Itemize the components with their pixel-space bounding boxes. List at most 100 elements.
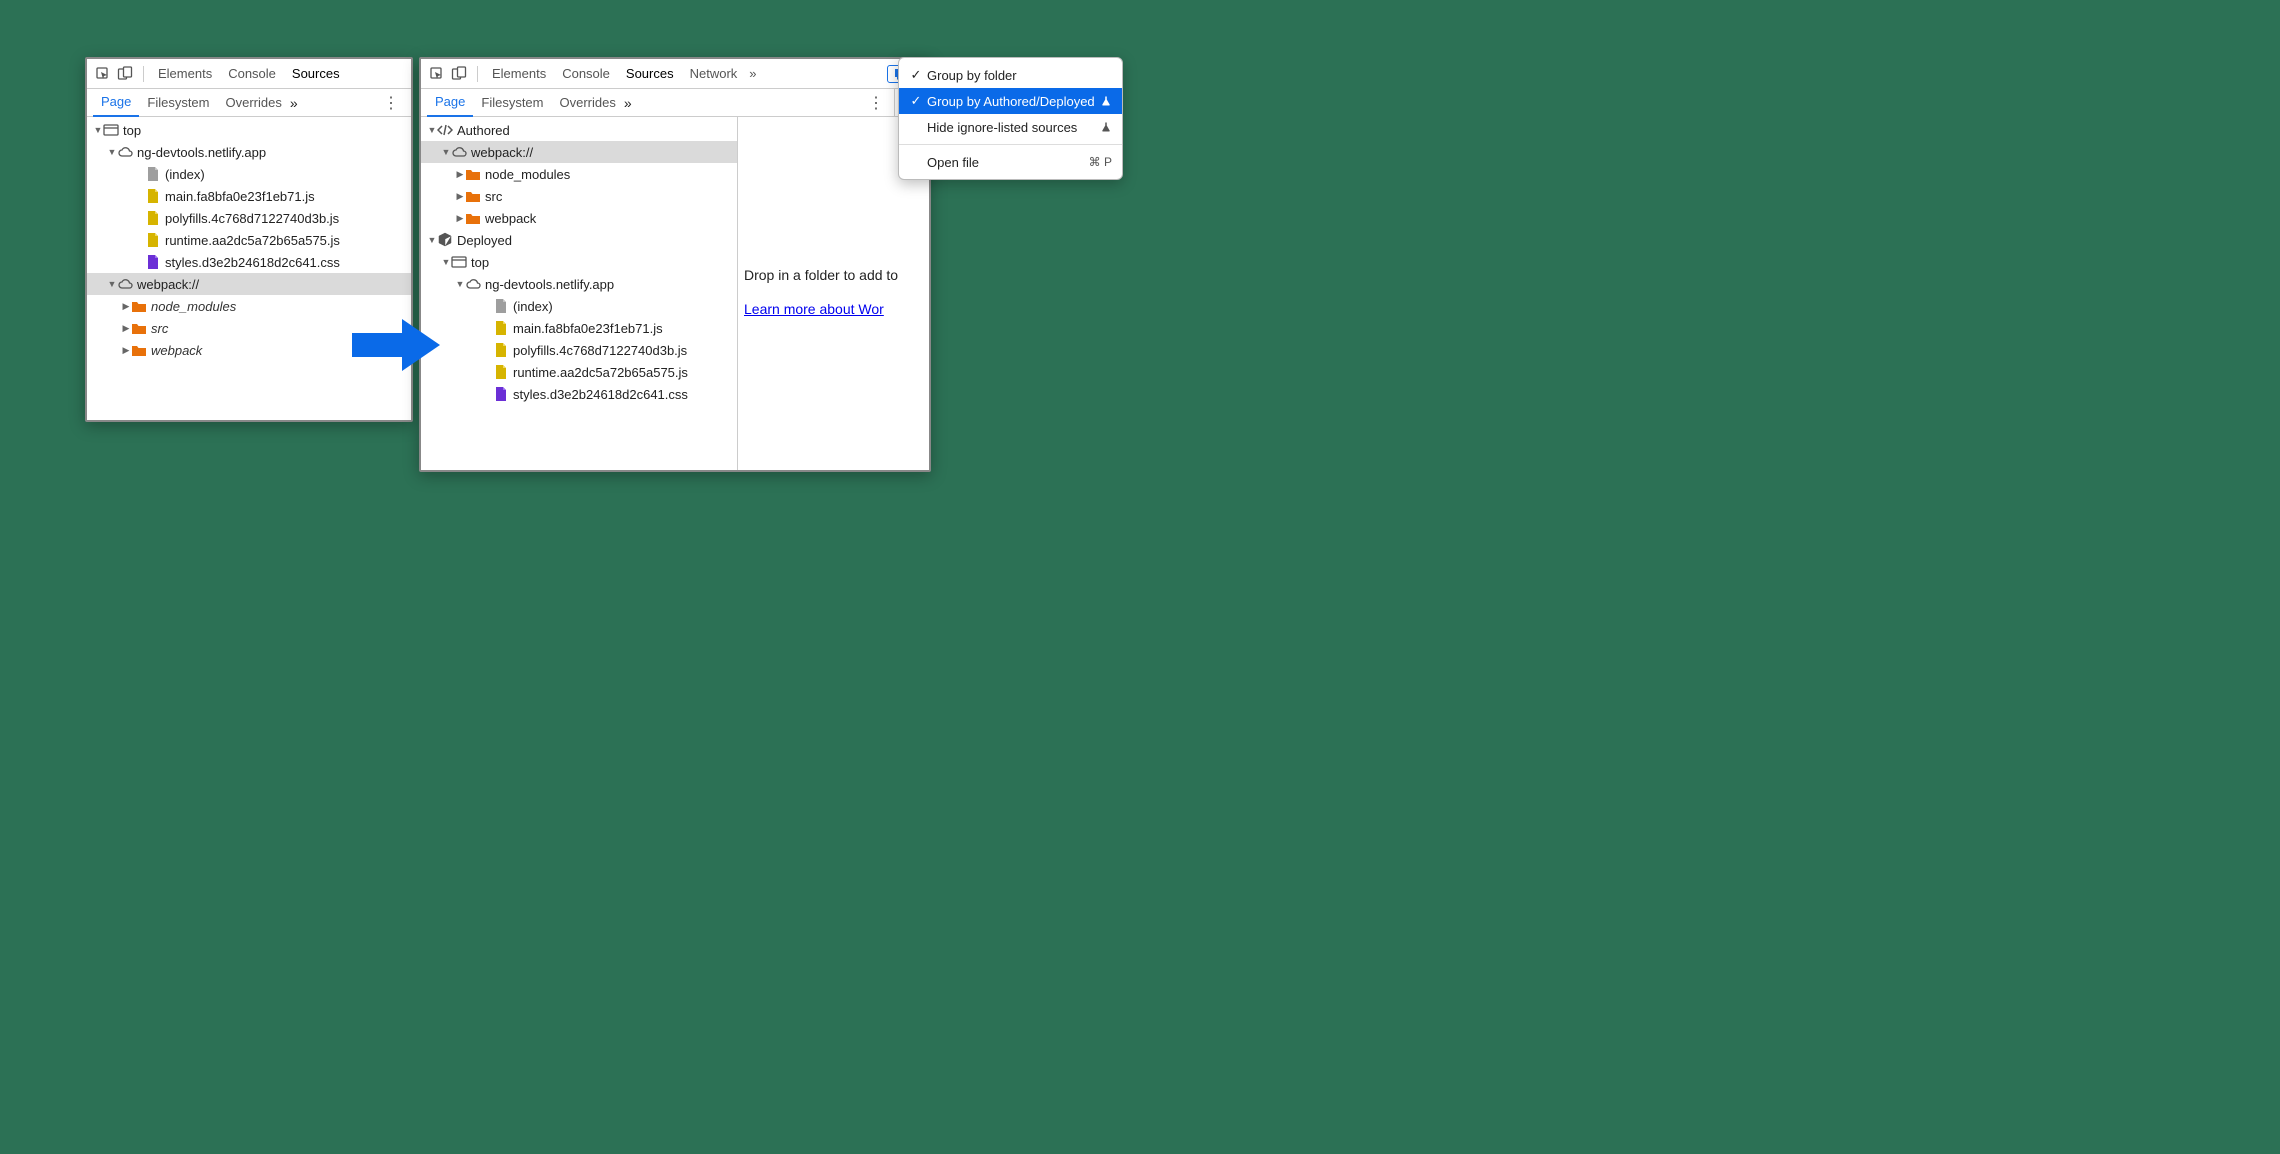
tree-node-top[interactable]: ▼ top <box>421 251 737 273</box>
separator <box>143 66 144 82</box>
js-file-icon <box>145 210 161 226</box>
devtools-panel-after: Elements Console Sources Network » 1 Pag… <box>419 57 931 472</box>
subtab-filesystem[interactable]: Filesystem <box>473 89 551 117</box>
drop-folder-message: Drop in a folder to add to <box>744 267 929 283</box>
menu-group-by-authored-deployed[interactable]: ✓ Group by Authored/Deployed <box>899 88 1122 114</box>
cloud-icon <box>465 276 481 292</box>
device-toggle-icon[interactable] <box>115 64 135 84</box>
tree-node-webpack[interactable]: ▼ webpack:// <box>87 273 411 295</box>
collapse-icon: ▼ <box>427 125 437 135</box>
tree-file-main-js[interactable]: ▶ main.fa8bfa0e23f1eb71.js <box>421 317 737 339</box>
tree-file-index[interactable]: ▶ (index) <box>87 163 411 185</box>
frame-icon <box>103 122 119 138</box>
expand-icon: ▶ <box>455 169 465 180</box>
subtab-overrides[interactable]: Overrides <box>552 89 624 117</box>
tree-label: polyfills.4c768d7122740d3b.js <box>165 211 339 226</box>
subtab-overrides[interactable]: Overrides <box>218 89 290 117</box>
tree-file-runtime-js[interactable]: ▶ runtime.aa2dc5a72b65a575.js <box>87 229 411 251</box>
tree-node-domain[interactable]: ▼ ng-devtools.netlify.app <box>421 273 737 295</box>
menu-open-file[interactable]: Open file ⌘ P <box>899 149 1122 175</box>
tree-folder-node-modules[interactable]: ▶ node_modules <box>87 295 411 317</box>
main-tabbar: Elements Console Sources Network » 1 <box>421 59 929 89</box>
subtab-page[interactable]: Page <box>93 89 139 117</box>
tree-label: node_modules <box>485 167 570 182</box>
expand-icon: ▶ <box>121 345 131 356</box>
menu-label: Group by Authored/Deployed <box>927 94 1100 109</box>
menu-divider <box>899 144 1122 145</box>
menu-label: Open file <box>927 155 1089 170</box>
tree-label: styles.d3e2b24618d2c641.css <box>513 387 688 402</box>
subtab-page[interactable]: Page <box>427 89 473 117</box>
more-tabs-icon[interactable]: » <box>624 95 632 111</box>
tree-file-styles-css[interactable]: ▶ styles.d3e2b24618d2c641.css <box>421 383 737 405</box>
tree-label: runtime.aa2dc5a72b65a575.js <box>513 365 688 380</box>
js-file-icon <box>493 364 509 380</box>
kebab-menu-icon[interactable]: ⋮ <box>377 93 405 113</box>
tab-console[interactable]: Console <box>220 59 284 89</box>
cube-icon <box>437 232 453 248</box>
collapse-icon: ▼ <box>107 147 117 157</box>
check-icon: ✓ <box>909 67 923 83</box>
tab-console[interactable]: Console <box>554 59 618 89</box>
more-tabs-icon[interactable]: » <box>745 66 760 81</box>
collapse-icon: ▼ <box>427 235 437 245</box>
tree-label: webpack <box>151 343 202 358</box>
transition-arrow-icon <box>352 319 440 371</box>
tab-sources[interactable]: Sources <box>618 59 682 89</box>
tab-sources[interactable]: Sources <box>284 59 348 89</box>
tree-file-runtime-js[interactable]: ▶ runtime.aa2dc5a72b65a575.js <box>421 361 737 383</box>
tree-file-styles-css[interactable]: ▶ styles.d3e2b24618d2c641.css <box>87 251 411 273</box>
collapse-icon: ▼ <box>441 257 451 267</box>
tree-folder-src[interactable]: ▶ src <box>421 185 737 207</box>
tree-label: ng-devtools.netlify.app <box>137 145 266 160</box>
tree-file-main-js[interactable]: ▶ main.fa8bfa0e23f1eb71.js <box>87 185 411 207</box>
learn-more-link[interactable]: Learn more about Wor <box>744 301 884 317</box>
tree-node-domain[interactable]: ▼ ng-devtools.netlify.app <box>87 141 411 163</box>
context-menu: ✓ Group by folder ✓ Group by Authored/De… <box>898 57 1123 180</box>
cloud-icon <box>117 144 133 160</box>
tree-label: src <box>151 321 168 336</box>
file-icon <box>493 298 509 314</box>
tree-node-webpack[interactable]: ▼ webpack:// <box>421 141 737 163</box>
expand-icon: ▶ <box>121 301 131 312</box>
device-toggle-icon[interactable] <box>449 64 469 84</box>
menu-hide-ignore-listed[interactable]: Hide ignore-listed sources <box>899 114 1122 140</box>
expand-icon: ▶ <box>455 191 465 202</box>
tree-folder-node-modules[interactable]: ▶ node_modules <box>421 163 737 185</box>
css-file-icon <box>493 386 509 402</box>
folder-icon <box>131 298 147 314</box>
tree-label: (index) <box>513 299 553 314</box>
tree-group-deployed[interactable]: ▼ Deployed <box>421 229 737 251</box>
experiment-icon <box>1100 95 1112 107</box>
tree-label: main.fa8bfa0e23f1eb71.js <box>165 189 315 204</box>
tree-label: webpack:// <box>471 145 533 160</box>
tree-node-top[interactable]: ▼ top <box>87 119 411 141</box>
tab-network[interactable]: Network <box>682 59 746 89</box>
expand-icon: ▶ <box>121 323 131 334</box>
inspect-icon[interactable] <box>93 64 113 84</box>
file-icon <box>145 166 161 182</box>
expand-icon: ▶ <box>455 213 465 224</box>
check-icon: ✓ <box>909 93 923 109</box>
folder-icon <box>131 320 147 336</box>
tree-label: webpack:// <box>137 277 199 292</box>
tab-elements[interactable]: Elements <box>484 59 554 89</box>
inspect-icon[interactable] <box>427 64 447 84</box>
more-tabs-icon[interactable]: » <box>290 95 298 111</box>
js-file-icon <box>493 320 509 336</box>
tree-label: top <box>471 255 489 270</box>
tree-file-polyfills-js[interactable]: ▶ polyfills.4c768d7122740d3b.js <box>87 207 411 229</box>
menu-shortcut: ⌘ P <box>1089 155 1112 169</box>
cloud-icon <box>117 276 133 292</box>
tree-group-authored[interactable]: ▼ Authored <box>421 119 737 141</box>
tab-elements[interactable]: Elements <box>150 59 220 89</box>
js-file-icon <box>145 232 161 248</box>
tree-file-index[interactable]: ▶ (index) <box>421 295 737 317</box>
tree-folder-webpack[interactable]: ▶ webpack <box>421 207 737 229</box>
menu-group-by-folder[interactable]: ✓ Group by folder <box>899 62 1122 88</box>
tree-label: runtime.aa2dc5a72b65a575.js <box>165 233 340 248</box>
subtab-filesystem[interactable]: Filesystem <box>139 89 217 117</box>
kebab-menu-icon[interactable]: ⋮ <box>862 93 890 113</box>
tree-label: polyfills.4c768d7122740d3b.js <box>513 343 687 358</box>
tree-file-polyfills-js[interactable]: ▶ polyfills.4c768d7122740d3b.js <box>421 339 737 361</box>
